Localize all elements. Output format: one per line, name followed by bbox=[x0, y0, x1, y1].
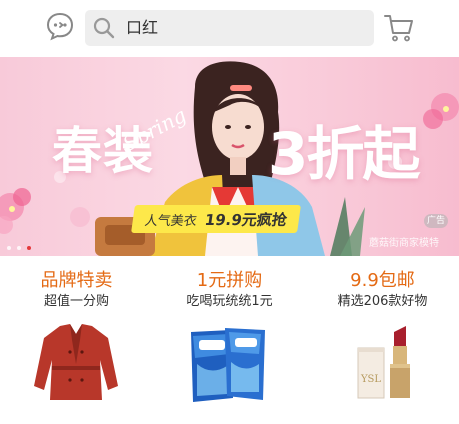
shopping-cart-icon[interactable] bbox=[383, 12, 415, 44]
banner-price-tag: 人气美衣 19.9元疯抢 bbox=[131, 205, 301, 233]
promo-one-yuan-group[interactable]: 1元拼购 吃喝玩统统1元 bbox=[153, 264, 306, 424]
red-coat-icon bbox=[34, 324, 118, 400]
search-query: 口红 bbox=[126, 18, 159, 37]
promo-title: 品牌特卖 bbox=[40, 270, 113, 291]
promo-title: 1元拼购 bbox=[196, 270, 263, 291]
detergent-bags-icon bbox=[191, 328, 265, 402]
promo-subtitle: 吃喝玩统统1元 bbox=[186, 294, 273, 309]
ad-badge: 广告 bbox=[424, 214, 448, 228]
promo-subtitle: 超值一分购 bbox=[43, 294, 109, 309]
svg-text:YSL: YSL bbox=[360, 374, 381, 385]
promo-title: 9.9包邮 bbox=[350, 270, 415, 291]
search-input[interactable]: 口红 bbox=[85, 10, 374, 46]
search-icon bbox=[93, 17, 115, 39]
carousel-dot-active[interactable] bbox=[27, 246, 31, 250]
carousel-dot[interactable] bbox=[7, 246, 11, 250]
promo-banner[interactable]: 春装 Spring 3折起 人气美衣 19.9元疯抢 广告 蘑菇街商家模特 bbox=[0, 57, 459, 256]
chat-bubble-icon[interactable] bbox=[45, 11, 75, 41]
carousel-dot[interactable] bbox=[17, 246, 21, 250]
carousel-indicator bbox=[7, 246, 31, 250]
lipstick-icon: YSL bbox=[357, 326, 410, 399]
promo-subtitle: 精选206款好物 bbox=[337, 294, 428, 309]
promo-brand-sale[interactable]: 品牌特卖 超值一分购 bbox=[0, 264, 153, 424]
banner-tag-label: 人气美衣 bbox=[143, 213, 198, 229]
banner-watermark: 蘑菇街商家模特 bbox=[369, 238, 439, 249]
banner-tag-price: 19.9元疯抢 bbox=[203, 210, 289, 229]
banner-headline-right: 3折起 bbox=[268, 120, 420, 188]
top-bar: 口红 bbox=[0, 0, 459, 57]
promo-free-shipping[interactable]: 9.9包邮 精选206款好物 YSL bbox=[306, 264, 459, 424]
